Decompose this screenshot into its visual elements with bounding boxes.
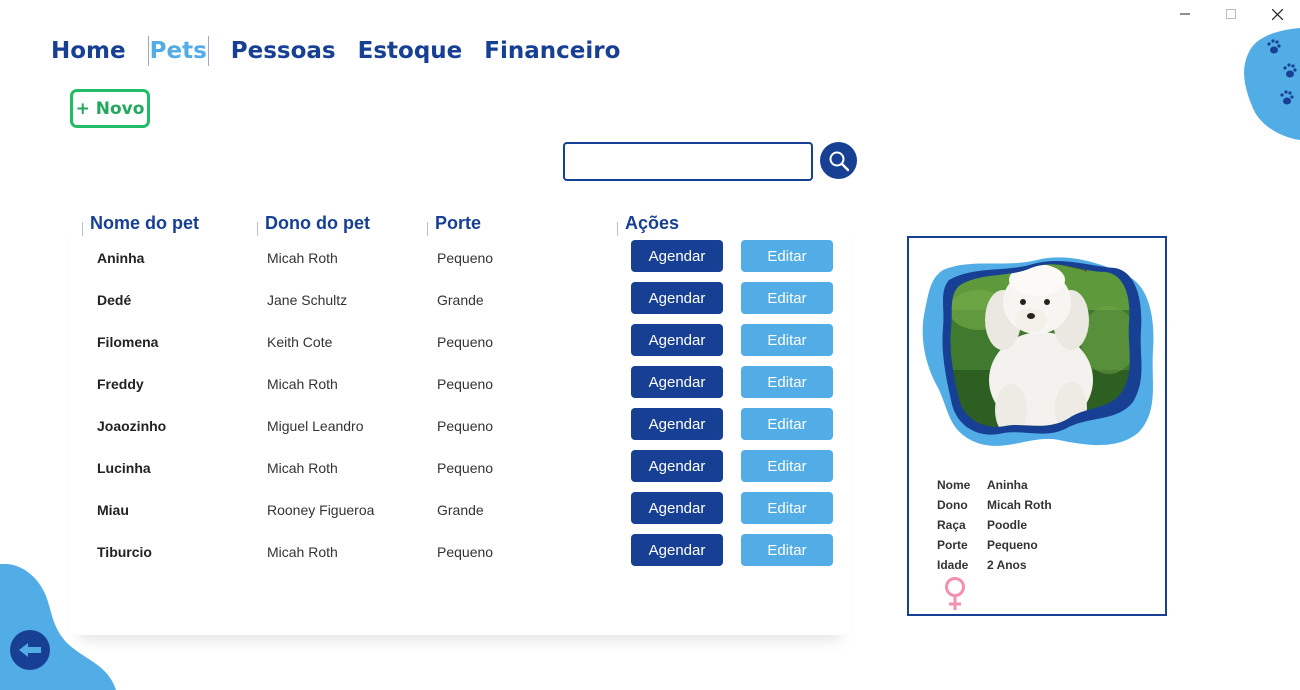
cell-owner: Keith Cote (267, 334, 333, 350)
detail-row-owner: Dono Micah Roth (937, 498, 1052, 518)
close-icon (1271, 8, 1283, 20)
detail-value-age: 2 Anos (987, 558, 1027, 572)
schedule-button[interactable]: Agendar (631, 492, 723, 524)
detail-value-breed: Poodle (987, 518, 1028, 532)
cell-pet-name: Tiburcio (97, 544, 152, 560)
arrow-left-icon (19, 643, 41, 657)
cell-owner: Micah Roth (267, 460, 338, 476)
schedule-button[interactable]: Agendar (631, 240, 723, 272)
detail-value-name: Aninha (987, 478, 1028, 492)
nav-estoque[interactable]: Estoque (358, 36, 463, 66)
pet-details: Nome Aninha Dono Micah Roth Raça Poodle … (937, 478, 1052, 578)
cell-pet-name: Freddy (97, 376, 144, 392)
schedule-button[interactable]: Agendar (631, 534, 723, 566)
schedule-button[interactable]: Agendar (631, 366, 723, 398)
table-row[interactable]: Miau Rooney Figueroa Grande Agendar Editar (70, 492, 850, 534)
new-pet-button[interactable]: + Novo (70, 89, 150, 128)
header-pet-name[interactable]: Nome do pet (81, 213, 199, 236)
cell-size: Pequeno (437, 418, 494, 434)
cell-owner: Rooney Figueroa (267, 502, 375, 518)
cell-owner: Jane Schultz (267, 292, 348, 308)
female-icon (945, 577, 965, 610)
poodle-photo (922, 257, 1154, 446)
paw-decoration (1244, 28, 1300, 140)
schedule-button[interactable]: Agendar (631, 324, 723, 356)
edit-button[interactable]: Editar (741, 408, 833, 440)
table-row[interactable]: Dedé Jane Schultz Grande Agendar Editar (70, 282, 850, 324)
table-row[interactable]: Aninha Micah Roth Pequeno Agendar Editar (70, 240, 850, 282)
minimize-icon (1180, 13, 1190, 15)
maximize-button[interactable] (1208, 0, 1254, 28)
detail-label-size: Porte (937, 538, 968, 552)
header-size[interactable]: Porte (426, 213, 481, 236)
search-icon (829, 151, 849, 171)
cell-owner: Micah Roth (267, 544, 338, 560)
window-controls (1162, 0, 1300, 28)
cell-size: Pequeno (437, 250, 494, 266)
table-row[interactable]: Filomena Keith Cote Pequeno Agendar Editar (70, 324, 850, 366)
detail-row-breed: Raça Poodle (937, 518, 1052, 538)
header-actions: Ações (616, 213, 680, 236)
main-nav: Home Pets Pessoas Estoque Financeiro (51, 36, 642, 66)
table-row[interactable]: Lucinha Micah Roth Pequeno Agendar Editar (70, 450, 850, 492)
edit-button[interactable]: Editar (741, 324, 833, 356)
pet-detail-card: Nome Aninha Dono Micah Roth Raça Poodle … (907, 236, 1167, 616)
cell-pet-name: Aninha (97, 250, 145, 266)
nav-pessoas[interactable]: Pessoas (231, 36, 336, 66)
new-pet-label: + Novo (75, 98, 145, 119)
cell-owner: Micah Roth (267, 250, 338, 266)
cell-owner: Micah Roth (267, 376, 338, 392)
edit-button[interactable]: Editar (741, 534, 833, 566)
cell-size: Grande (437, 292, 484, 308)
nav-home[interactable]: Home (51, 36, 126, 66)
edit-button[interactable]: Editar (741, 450, 833, 482)
edit-button[interactable]: Editar (741, 492, 833, 524)
cell-size: Pequeno (437, 334, 494, 350)
search-input[interactable] (563, 142, 813, 181)
detail-row-age: Idade 2 Anos (937, 558, 1052, 578)
table-row[interactable]: Tiburcio Micah Roth Pequeno Agendar Editar (70, 534, 850, 576)
pets-table: Nome do pet Dono do pet Porte Ações Anin… (70, 205, 850, 635)
cell-size: Pequeno (437, 544, 494, 560)
cell-pet-name: Joaozinho (97, 418, 167, 434)
cell-size: Pequeno (437, 460, 494, 476)
nav-financeiro[interactable]: Financeiro (484, 36, 620, 66)
table-row[interactable]: Freddy Micah Roth Pequeno Agendar Editar (70, 366, 850, 408)
detail-row-name: Nome Aninha (937, 478, 1052, 498)
cell-pet-name: Lucinha (97, 460, 151, 476)
detail-label-breed: Raça (937, 518, 966, 532)
schedule-button[interactable]: Agendar (631, 450, 723, 482)
cell-pet-name: Filomena (97, 334, 159, 350)
cell-size: Pequeno (437, 376, 494, 392)
edit-button[interactable]: Editar (741, 366, 833, 398)
edit-button[interactable]: Editar (741, 240, 833, 272)
table-row[interactable]: Joaozinho Miguel Leandro Pequeno Agendar Edi… (70, 408, 850, 450)
minimize-button[interactable] (1162, 0, 1208, 28)
edit-button[interactable]: Editar (741, 282, 833, 314)
detail-label-age: Idade (937, 558, 969, 572)
detail-label-name: Nome (937, 478, 971, 492)
header-owner[interactable]: Dono do pet (257, 213, 370, 236)
cell-pet-name: Dedé (97, 292, 132, 308)
cell-size: Grande (437, 502, 484, 518)
detail-value-size: Pequeno (987, 538, 1038, 552)
back-button[interactable] (10, 630, 50, 670)
search-button[interactable] (820, 142, 857, 179)
close-button[interactable] (1254, 0, 1300, 28)
detail-value-owner: Micah Roth (987, 498, 1052, 512)
schedule-button[interactable]: Agendar (631, 408, 723, 440)
detail-row-size: Porte Pequeno (937, 538, 1052, 558)
detail-label-owner: Dono (937, 498, 968, 512)
schedule-button[interactable]: Agendar (631, 282, 723, 314)
cell-owner: Miguel Leandro (267, 418, 364, 434)
maximize-icon (1226, 9, 1236, 19)
nav-pets[interactable]: Pets (147, 36, 209, 66)
cell-pet-name: Miau (97, 502, 129, 518)
